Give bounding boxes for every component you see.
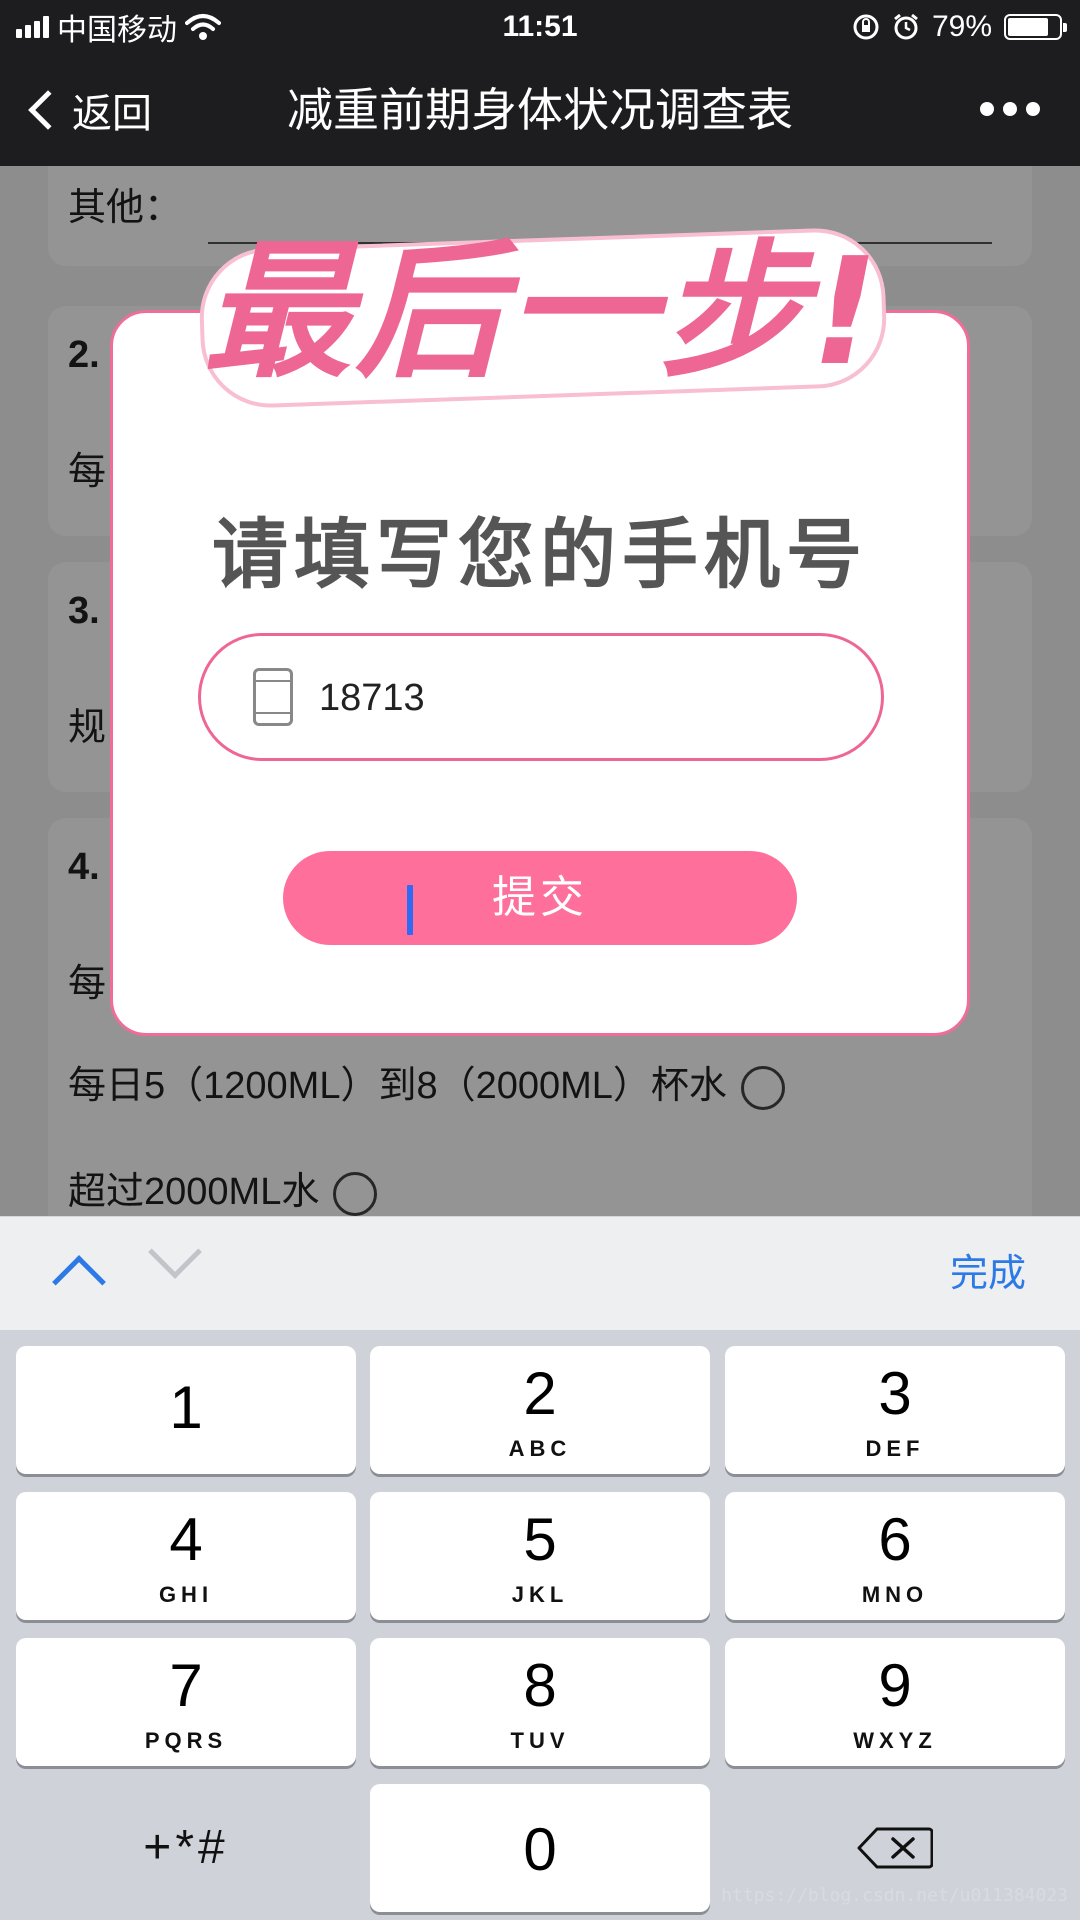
numeric-keypad: 1 2 ABC 3 DEF 4 GHI 5 JKL 6 MNO 7 PQRS 8… xyxy=(0,1330,1080,1920)
page-title: 减重前期身体状况调查表 xyxy=(287,84,793,136)
key-1[interactable]: 1 xyxy=(16,1346,356,1474)
key-letters: TUV xyxy=(510,1728,570,1753)
key-5[interactable]: 5 JKL xyxy=(370,1492,710,1620)
key-number: 7 xyxy=(169,1652,203,1719)
status-right: 79% xyxy=(852,0,1067,54)
key-number: 8 xyxy=(523,1652,557,1719)
key-number: 2 xyxy=(523,1360,557,1427)
key-letters: DEF xyxy=(865,1436,925,1461)
battery-percent: 79% xyxy=(931,10,992,43)
key-number: 0 xyxy=(523,1816,557,1883)
chevron-down-icon[interactable] xyxy=(148,1225,202,1279)
nav-bar: 返回 减重前期身体状况调查表 xyxy=(0,54,1080,166)
status-bar: 中国移动 11:51 79% xyxy=(0,0,1080,54)
key-number: 4 xyxy=(169,1506,203,1573)
chevron-up-icon[interactable] xyxy=(52,1255,106,1309)
banner-title: 最后一步! xyxy=(203,226,883,398)
key-number: 5 xyxy=(523,1506,557,1573)
text-cursor xyxy=(407,885,413,935)
key-number: 6 xyxy=(878,1506,912,1573)
keyboard-accessory-bar: 完成 xyxy=(0,1216,1080,1330)
key-7[interactable]: 7 PQRS xyxy=(16,1638,356,1766)
modal-prompt: 请填写您的手机号 xyxy=(212,513,868,598)
key-letters: MNO xyxy=(861,1582,929,1607)
key-number: 3 xyxy=(878,1360,912,1427)
key-number: 1 xyxy=(169,1374,203,1441)
alarm-icon xyxy=(894,13,918,40)
delete-icon xyxy=(857,1827,933,1869)
battery-icon xyxy=(1004,14,1067,40)
watermark: https://blog.csdn.net/u011384023 xyxy=(721,1885,1068,1906)
key-4[interactable]: 4 GHI xyxy=(16,1492,356,1620)
key-2[interactable]: 2 ABC xyxy=(370,1346,710,1474)
key-number: 9 xyxy=(878,1652,912,1719)
more-icon[interactable] xyxy=(980,102,1040,116)
done-button[interactable]: 完成 xyxy=(950,1249,1026,1299)
key-letters: WXYZ xyxy=(853,1728,937,1753)
key-symbols[interactable]: +*# xyxy=(16,1784,356,1912)
phone-modal: 请填写您的手机号 18713 提交 xyxy=(110,310,970,1036)
key-letters: PQRS xyxy=(144,1728,228,1753)
modal-banner: 最后一步! xyxy=(197,222,889,410)
phone-icon xyxy=(253,668,293,726)
key-letters: ABC xyxy=(508,1436,572,1461)
rotation-lock-icon xyxy=(853,14,879,40)
key-6[interactable]: 6 MNO xyxy=(725,1492,1065,1620)
key-8[interactable]: 8 TUV xyxy=(370,1638,710,1766)
key-letters: GHI xyxy=(158,1582,214,1607)
submit-button[interactable]: 提交 xyxy=(283,851,797,945)
key-3[interactable]: 3 DEF xyxy=(725,1346,1065,1474)
key-letters: JKL xyxy=(511,1582,569,1607)
submit-label: 提交 xyxy=(492,873,588,922)
phone-input-value: 18713 xyxy=(319,677,425,719)
phone-input[interactable]: 18713 xyxy=(198,633,884,761)
key-9[interactable]: 9 WXYZ xyxy=(725,1638,1065,1766)
key-0[interactable]: 0 xyxy=(370,1784,710,1912)
